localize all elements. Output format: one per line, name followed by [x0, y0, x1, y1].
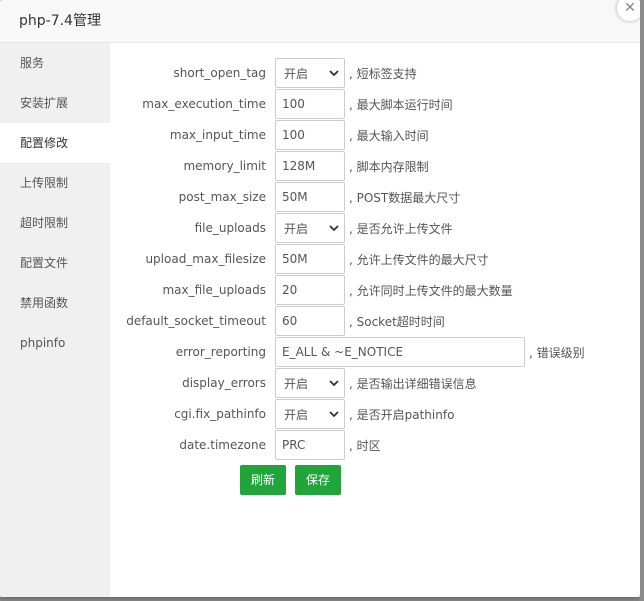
max-file-uploads-input[interactable]: 20: [275, 275, 345, 305]
max-execution-time-input[interactable]: 100: [275, 89, 345, 119]
row-label: error_reporting: [175, 345, 266, 359]
php-manager-dialog: php-7.4管理 ✕ 服务 安装扩展 配置修改 上传限制 超时限制 配置文件 …: [0, 0, 640, 597]
chevron-down-icon: [329, 225, 339, 232]
config-row-memory-limit: memory_limit 128M , 脚本内存限制: [110, 150, 429, 182]
date-timezone-input[interactable]: PRC: [275, 430, 345, 460]
row-label: max_execution_time: [142, 97, 266, 111]
row-description: , 是否输出详细错误信息: [349, 376, 477, 391]
select-value: 开启: [284, 376, 309, 391]
row-label: post_max_size: [178, 190, 266, 204]
sidebar: 服务 安装扩展 配置修改 上传限制 超时限制 配置文件 禁用函数 phpinfo: [0, 43, 110, 597]
row-label: date.timezone: [179, 438, 266, 452]
file-uploads-select[interactable]: 开启: [275, 213, 345, 243]
post-max-size-input[interactable]: 50M: [275, 182, 345, 212]
row-label: max_input_time: [169, 128, 266, 142]
sidebar-item-config-file[interactable]: 配置文件: [0, 243, 110, 283]
config-row-cgi-fix-pathinfo: cgi.fix_pathinfo 开启 , 是否开启pathinfo: [110, 398, 454, 430]
row-label: short_open_tag: [173, 66, 266, 80]
sidebar-item-disabled-functions[interactable]: 禁用函数: [0, 283, 110, 323]
row-description: , POST数据最大尺寸: [349, 190, 461, 205]
config-row-file-uploads: file_uploads 开启 , 是否允许上传文件: [110, 212, 453, 244]
sidebar-item-config-edit[interactable]: 配置修改: [0, 123, 110, 163]
row-label: default_socket_timeout: [126, 314, 266, 328]
config-row-max-input-time: max_input_time 100 , 最大输入时间: [110, 119, 429, 151]
row-description: , 脚本内存限制: [349, 159, 429, 174]
form-actions: 刷新 保存: [240, 465, 342, 495]
row-label: display_errors: [182, 376, 266, 390]
sidebar-item-service[interactable]: 服务: [0, 43, 110, 83]
config-row-max-file-uploads: max_file_uploads 20 , 允许同时上传文件的最大数量: [110, 274, 513, 306]
config-form: short_open_tag 开启 , 短标签支持 max_execution_…: [110, 43, 640, 597]
row-label: memory_limit: [183, 159, 266, 173]
row-description: , 允许同时上传文件的最大数量: [349, 283, 513, 298]
max-input-time-input[interactable]: 100: [275, 120, 345, 150]
chevron-down-icon: [329, 70, 339, 77]
dialog-titlebar: php-7.4管理 ✕: [0, 0, 640, 43]
row-description: , 时区: [349, 438, 381, 453]
sidebar-item-install-extension[interactable]: 安装扩展: [0, 83, 110, 123]
config-row-short-open-tag: short_open_tag 开启 , 短标签支持: [110, 57, 417, 89]
row-description: , 最大脚本运行时间: [349, 97, 453, 112]
select-value: 开启: [284, 66, 309, 81]
config-row-max-execution-time: max_execution_time 100 , 最大脚本运行时间: [110, 88, 453, 120]
sidebar-item-upload-limit[interactable]: 上传限制: [0, 163, 110, 203]
config-row-error-reporting: error_reporting E_ALL & ~E_NOTICE , 错误级别: [110, 336, 585, 368]
config-row-upload-max-filesize: upload_max_filesize 50M , 允许上传文件的最大尺寸: [110, 243, 489, 275]
refresh-button[interactable]: 刷新: [240, 465, 287, 495]
cgi-fix-pathinfo-select[interactable]: 开启: [275, 399, 345, 429]
save-button[interactable]: 保存: [295, 465, 342, 495]
select-value: 开启: [284, 221, 309, 236]
row-description: , 错误级别: [529, 345, 585, 360]
select-value: 开启: [284, 407, 309, 422]
row-description: , 最大输入时间: [349, 128, 429, 143]
sidebar-item-phpinfo[interactable]: phpinfo: [0, 323, 110, 363]
memory-limit-input[interactable]: 128M: [275, 151, 345, 181]
row-label: max_file_uploads: [162, 283, 266, 297]
config-row-date-timezone: date.timezone PRC , 时区: [110, 429, 381, 461]
short-open-tag-select[interactable]: 开启: [275, 58, 345, 88]
default-socket-timeout-input[interactable]: 60: [275, 306, 345, 336]
config-row-display-errors: display_errors 开启 , 是否输出详细错误信息: [110, 367, 477, 399]
row-description: , Socket超时时间: [349, 314, 445, 329]
backdrop-edge: [640, 0, 644, 601]
error-reporting-input[interactable]: E_ALL & ~E_NOTICE: [275, 337, 525, 367]
chevron-down-icon: [329, 411, 339, 418]
chevron-down-icon: [329, 380, 339, 387]
row-description: , 是否允许上传文件: [349, 221, 453, 236]
row-label: file_uploads: [194, 221, 266, 235]
display-errors-select[interactable]: 开启: [275, 368, 345, 398]
sidebar-item-timeout-limit[interactable]: 超时限制: [0, 203, 110, 243]
row-description: , 允许上传文件的最大尺寸: [349, 252, 489, 267]
close-icon[interactable]: ✕: [616, 0, 640, 22]
row-label: upload_max_filesize: [145, 252, 266, 266]
config-row-default-socket-timeout: default_socket_timeout 60 , Socket超时时间: [110, 305, 445, 337]
dialog-title: php-7.4管理: [19, 13, 101, 29]
row-description: , 短标签支持: [349, 66, 417, 81]
config-row-post-max-size: post_max_size 50M , POST数据最大尺寸: [110, 181, 460, 213]
row-description: , 是否开启pathinfo: [349, 407, 455, 422]
row-label: cgi.fix_pathinfo: [174, 407, 266, 421]
upload-max-filesize-input[interactable]: 50M: [275, 244, 345, 274]
